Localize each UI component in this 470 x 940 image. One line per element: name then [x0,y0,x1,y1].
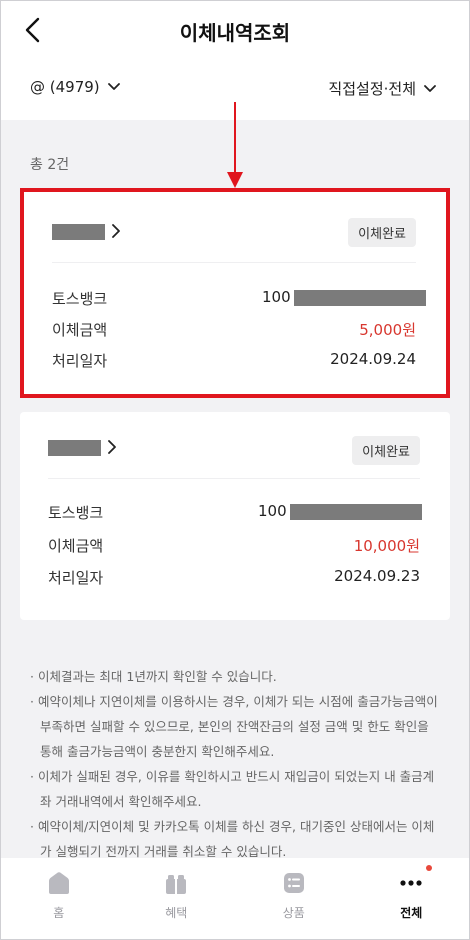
account-number-prefix: 100 [258,502,287,520]
home-icon [48,872,69,894]
status-badge: 이체완료 [352,436,420,465]
notification-dot [425,865,432,871]
tab-label: 홈 [53,906,65,920]
tab-benefits[interactable]: 혜택 [118,858,236,940]
status-badge: 이체완료 [348,218,416,247]
account-selector[interactable]: @ (4979) [30,78,120,96]
chevron-right-icon [108,440,116,454]
amount-label: 이체금액 [52,321,108,339]
gift-icon [166,875,187,894]
chevron-down-icon [107,83,120,90]
amount-value: 5,000원 [359,321,416,339]
date-value: 2024.09.23 [334,567,420,585]
tab-all[interactable]: 전체 [353,858,470,940]
date-label: 처리일자 [48,569,104,587]
notice-list: · 이체결과는 최대 1년까지 확인할 수 있습니다. · 예약이체나 지연이체… [30,664,442,864]
tab-label: 전체 [400,906,423,920]
date-value: 2024.09.24 [330,350,416,368]
products-icon [283,873,304,893]
tab-home[interactable]: 홈 [0,858,118,940]
masked-recipient-name [48,440,101,456]
tab-label: 상품 [282,906,305,920]
annotation-arrow-icon [227,102,243,188]
notice-item: · 예약이체/지연이체 및 카카오톡 이체를 하신 경우, 대기중인 상태에서는… [30,819,435,859]
bank-name: 토스뱅크 [48,504,104,522]
amount-label: 이체금액 [48,537,104,555]
more-icon [400,880,422,886]
notice-item: · 이체결과는 최대 1년까지 확인할 수 있습니다. [30,669,277,684]
filter-selector[interactable]: 직접설정·전체 [328,78,436,99]
filter-label: 직접설정·전체 [328,80,416,98]
divider [52,262,416,263]
divider [48,478,420,479]
bottom-tab-bar: 홈 혜택 상품 전체 [0,858,470,940]
transfer-card[interactable]: 이체완료 토스뱅크 100 이체금액 5,000원 처리일자 2024.09.2… [20,188,450,398]
masked-account-number [290,504,422,520]
page-title: 이체내역조회 [179,21,291,45]
notice-item: · 예약이체나 지연이체를 이용하시는 경우, 이체가 되는 시점에 출금가능금… [30,694,438,759]
tab-label: 혜택 [165,906,188,920]
result-count: 총 2건 [30,157,70,173]
bank-name: 토스뱅크 [52,290,108,308]
account-label: @ (4979) [30,78,100,96]
masked-account-number [294,290,426,306]
notice-item: · 이체가 실패된 경우, 이유를 확인하시고 반드시 재입금이 되었는지 내 … [30,769,435,809]
account-number-prefix: 100 [262,288,291,306]
masked-recipient-name [52,224,105,240]
amount-value: 10,000원 [353,537,420,555]
chevron-right-icon [112,224,120,238]
transfer-card[interactable]: 이체완료 토스뱅크 100 이체금액 10,000원 처리일자 2024.09.… [20,412,450,620]
chevron-down-icon [424,84,436,92]
date-label: 처리일자 [52,352,108,370]
tab-products[interactable]: 상품 [235,858,353,940]
